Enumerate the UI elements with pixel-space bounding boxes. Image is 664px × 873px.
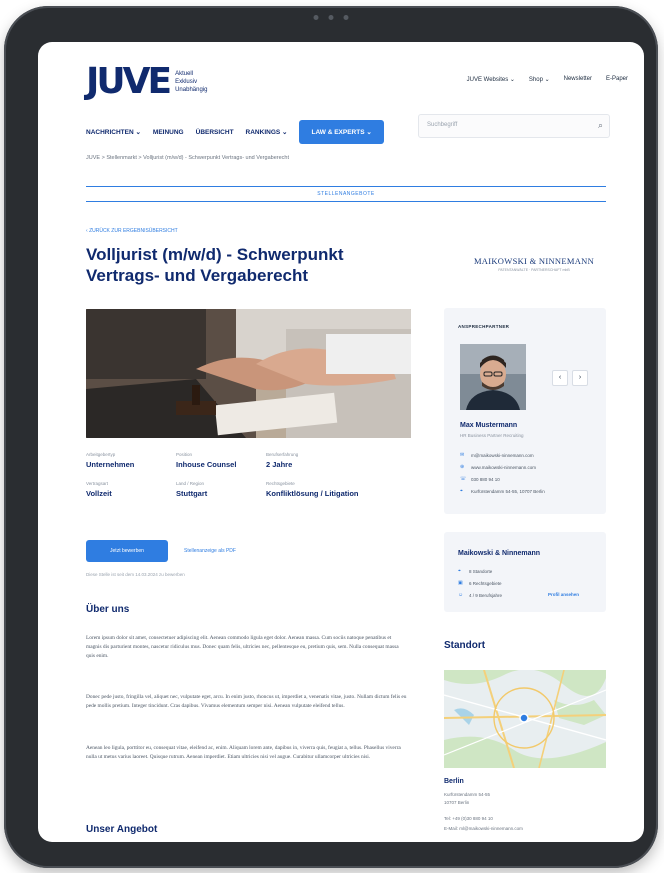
fact-contract: Vertragsart Vollzeit: [86, 481, 112, 498]
company-logo[interactable]: MAIKOWSKI & NINNEMANN PATENTANWÄLTE · PA…: [454, 256, 614, 272]
fact-experience: Berufserfahrung 2 Jahre: [266, 452, 299, 469]
back-link[interactable]: ‹ ZURÜCK ZUR ERGEBNISÜBERSICHT: [86, 228, 178, 234]
company-fact: ☺ 4 / 9 Berufsjahre: [458, 592, 503, 598]
contact-label: ANSPRECHPARTNER: [458, 324, 510, 329]
people-icon: ☺: [458, 592, 464, 598]
chevron-right-icon[interactable]: ›: [572, 370, 588, 386]
top-links: JUVE Websites ⌄ Shop ⌄ Newsletter E-Pape…: [467, 76, 628, 83]
contact-address: ⌖ Kurfürstendamm 54-55, 10707 Berlin: [460, 488, 545, 494]
address-line: Kurfürstendamm 54-55: [444, 792, 491, 797]
camera-bar: [313, 15, 349, 20]
contact-email[interactable]: ✉ m@maikowski-ninnemann.com: [460, 452, 534, 458]
contact-role: HR Business Partner Recruiting: [460, 433, 524, 438]
search-icon[interactable]: ⌕: [598, 120, 603, 131]
address-line: 10707 Berlin: [444, 800, 470, 805]
search-input[interactable]: Suchbegriff ⌕: [418, 114, 610, 138]
chevron-left-icon[interactable]: ‹: [552, 370, 568, 386]
main-nav: NACHRICHTEN ⌄ MEINUNG ÜBERSICHT RANKINGS…: [86, 120, 384, 144]
apply-button[interactable]: Jetzt bewerben: [86, 540, 168, 562]
job-title: Volljurist (m/w/d) - Schwerpunkt Vertrag…: [86, 245, 344, 285]
nav-uebersicht[interactable]: ÜBERSICHT: [196, 129, 234, 136]
contact-card: ANSPRECHPARTNER ‹ › Max Mustermann HR Bu…: [444, 308, 606, 514]
nav-meinung[interactable]: MEINUNG: [153, 129, 184, 136]
avatar: [460, 344, 526, 410]
breadcrumb[interactable]: JUVE > Stellenmarkt > Volljurist (m/w/d)…: [86, 155, 289, 161]
top-link-epaper[interactable]: E-Paper: [606, 76, 628, 83]
top-link-shop[interactable]: Shop ⌄: [529, 76, 550, 83]
location-map[interactable]: [444, 670, 606, 768]
contact-pager: ‹ ›: [552, 370, 588, 386]
law-experts-button[interactable]: LAW & EXPERTS ⌄: [299, 120, 384, 144]
contact-name: Max Mustermann: [460, 422, 518, 429]
company-fact: ⌖ 8 Standorte: [458, 568, 493, 574]
fact-practice-area: Rechtsgebiete Konfliktlösung / Litigation: [266, 481, 359, 498]
location-email[interactable]: E-Mail: ml@maikowski-ninnemann.com: [444, 826, 523, 831]
profile-link[interactable]: Profil ansehen: [548, 592, 579, 597]
fact-region: Land / Region Stuttgart: [176, 481, 208, 498]
job-section-bar[interactable]: STELLENANGEBOTE: [86, 186, 606, 202]
contact-website[interactable]: ⊕ www.maikowski-ninnemann.com: [460, 464, 536, 470]
handshake-photo: [86, 309, 411, 438]
company-name[interactable]: Maikowski & Ninnemann: [458, 550, 540, 557]
briefcase-icon: ▣: [458, 580, 463, 586]
pin-icon: ⌖: [458, 568, 461, 574]
offer-heading: Unser Angebot: [86, 824, 158, 835]
search-placeholder: Suchbegriff: [427, 122, 458, 128]
tablet-frame: JUVE Aktuell Exklusiv Unabhängig JUVE We…: [4, 6, 658, 868]
posted-note: Diese Stelle ist seit dem 14.03.2024 zu …: [86, 572, 185, 577]
fact-employer-type: Arbeitgebertyp Unternehmen: [86, 452, 135, 469]
pdf-link[interactable]: Stellenanzeige als PDF: [184, 548, 236, 554]
company-fact: ▣ 6 Rechtsgebiete: [458, 580, 502, 586]
juve-logo[interactable]: JUVE Aktuell Exklusiv Unabhängig: [86, 64, 207, 100]
nav-nachrichten[interactable]: NACHRICHTEN ⌄: [86, 128, 141, 136]
about-heading: Über uns: [86, 604, 130, 615]
location-city: Berlin: [444, 778, 464, 785]
company-card: Maikowski & Ninnemann ⌖ 8 Standorte ▣ 6 Re…: [444, 532, 606, 612]
about-paragraph: Donec pede justo, fringilla vel, aliquet…: [86, 694, 407, 709]
mail-icon: ✉: [460, 452, 465, 458]
job-facts: Arbeitgebertyp Unternehmen Position Inhous…: [86, 452, 406, 498]
location-phone[interactable]: Tel: +49 (0)30 880 94 10: [444, 816, 493, 821]
fact-position: Position Inhouse Counsel: [176, 452, 237, 469]
phone-icon: ☏: [460, 476, 467, 482]
top-link-newsletter[interactable]: Newsletter: [564, 76, 592, 83]
nav-rankings[interactable]: RANKINGS ⌄: [246, 128, 288, 136]
location-icon: ⌖: [460, 488, 463, 494]
top-link-websites[interactable]: JUVE Websites ⌄: [467, 76, 515, 83]
about-paragraph: Lorem ipsum dolor sit amet, consectetuer…: [86, 635, 399, 659]
logo-mark: JUVE: [86, 61, 172, 102]
browser-screen: JUVE Aktuell Exklusiv Unabhängig JUVE We…: [38, 42, 644, 842]
web-icon: ⊕: [460, 464, 465, 470]
logo-tagline: Aktuell Exklusiv Unabhängig: [175, 71, 208, 93]
about-paragraph: Aenean leo ligula, porttitor eu, consequ…: [86, 745, 401, 760]
contact-phone[interactable]: ☏ 030 880 94 10: [460, 476, 500, 482]
location-heading: Standort: [444, 640, 486, 651]
